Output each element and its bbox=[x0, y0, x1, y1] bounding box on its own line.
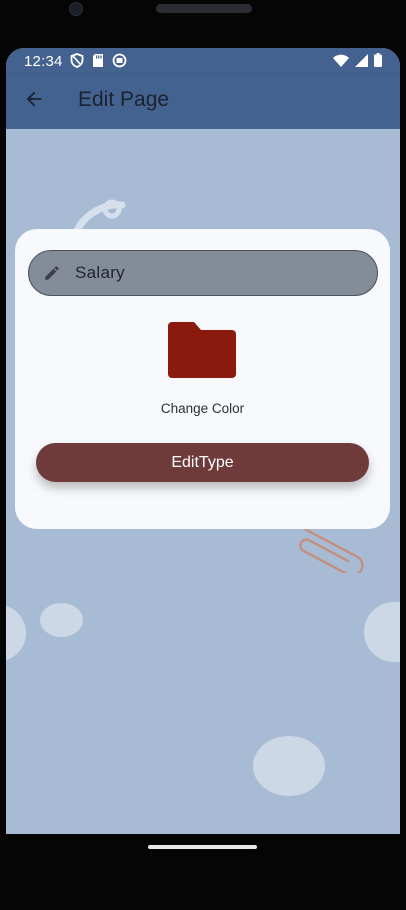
status-system-icons bbox=[333, 53, 382, 72]
pencil-icon bbox=[43, 264, 61, 287]
battery-icon bbox=[374, 53, 382, 72]
background-bubble bbox=[40, 603, 83, 637]
status-notification-icons bbox=[70, 53, 127, 68]
edit-type-button[interactable]: EditType bbox=[36, 443, 369, 482]
content-area: Change Color EditType bbox=[6, 129, 400, 834]
app-bar: Edit Page bbox=[6, 74, 400, 129]
earpiece-speaker bbox=[156, 4, 252, 13]
background-bubble bbox=[6, 604, 26, 662]
status-time: 12:34 bbox=[24, 53, 63, 70]
home-gesture-handle[interactable] bbox=[148, 845, 257, 849]
wifi-icon bbox=[333, 54, 349, 72]
front-camera bbox=[69, 2, 83, 16]
edit-card: Change Color EditType bbox=[15, 229, 390, 529]
change-color-label: Change Color bbox=[160, 401, 245, 416]
cell-signal-icon bbox=[355, 53, 368, 72]
paperclip-icon bbox=[294, 525, 374, 578]
shield-icon bbox=[70, 53, 84, 68]
background-bubble bbox=[253, 736, 325, 796]
status-bar: 12:34 bbox=[6, 48, 400, 74]
notification-app-icon bbox=[112, 53, 127, 68]
back-button[interactable] bbox=[20, 87, 48, 115]
folder-icon bbox=[168, 322, 236, 382]
background-bubble bbox=[364, 602, 400, 662]
type-name-field[interactable] bbox=[28, 250, 378, 296]
arrow-back-icon bbox=[23, 88, 45, 115]
sd-card-icon bbox=[92, 53, 104, 68]
phone-screen: 12:34 Edit Page Salary Change Color Edit… bbox=[6, 48, 400, 834]
phone-device: 12:34 Edit Page Salary Change Color Edit… bbox=[0, 0, 406, 910]
type-name-input[interactable] bbox=[75, 259, 355, 287]
system-navigation-bar bbox=[0, 834, 406, 910]
change-color-button[interactable] bbox=[168, 322, 236, 378]
page-title: Edit Page bbox=[78, 88, 170, 111]
